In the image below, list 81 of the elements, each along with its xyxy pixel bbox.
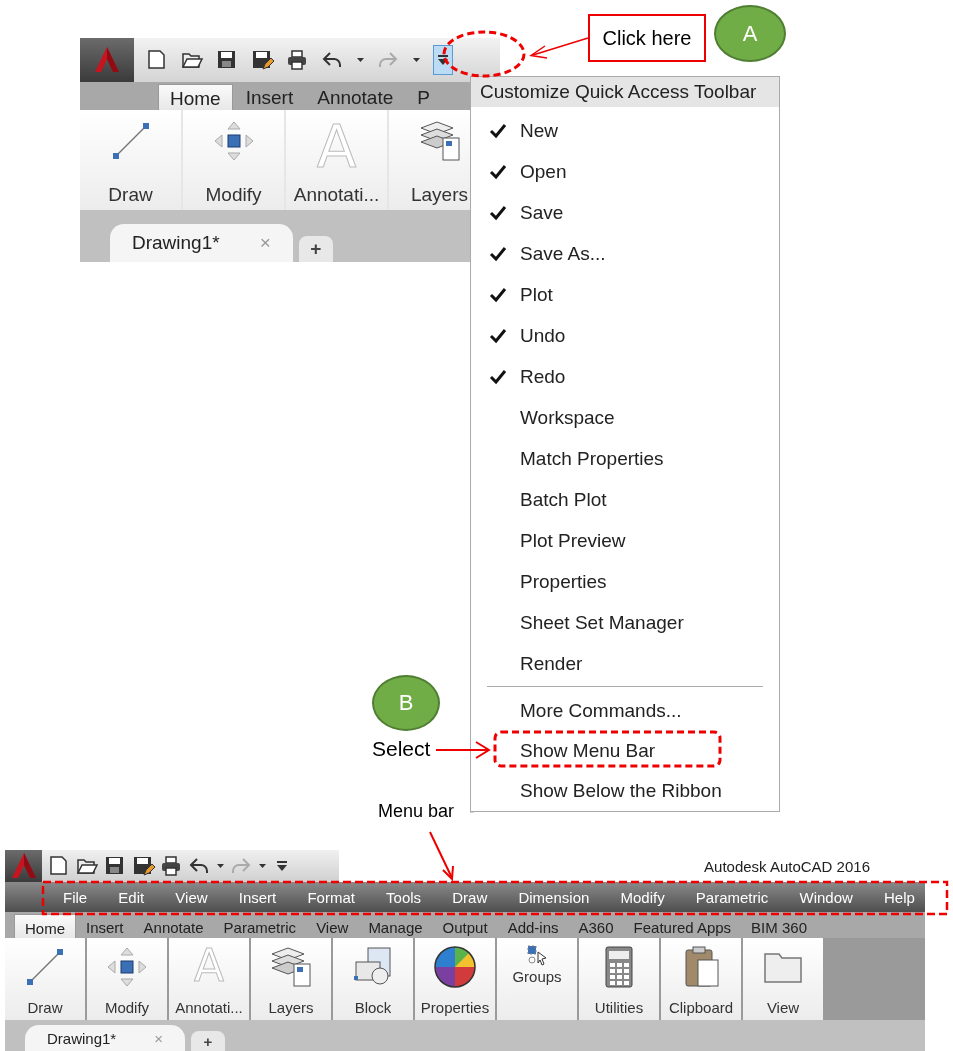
callout-label: Click here — [588, 14, 706, 62]
menu-item[interactable]: Dimension — [518, 888, 590, 906]
ribbon-tab[interactable]: Insert — [76, 914, 134, 938]
ribbon-panel-button[interactable]: A Annotati... — [169, 938, 249, 1020]
menu-item[interactable]: Match Properties — [471, 438, 779, 479]
document-tab[interactable]: Drawing1* × — [110, 224, 293, 262]
menu-item[interactable]: Tools — [386, 888, 422, 906]
save-as-icon[interactable] — [132, 855, 155, 877]
ribbon-tab[interactable]: Featured Apps — [623, 914, 742, 938]
color-wheel-icon — [432, 944, 478, 990]
ribbon-tab[interactable]: Annotate — [306, 84, 405, 110]
ribbon-panel-button[interactable]: Modify — [183, 110, 284, 210]
caption-label: Menu bar — [378, 801, 455, 822]
ribbon-tab[interactable]: Annotate — [133, 914, 214, 938]
menu-item[interactable]: Show Below the Ribbon — [471, 771, 779, 811]
menu-item[interactable]: Show Menu Bar — [471, 731, 779, 771]
ribbon-tab[interactable]: Manage — [358, 914, 433, 938]
arrow — [435, 741, 491, 759]
letter-icon: A — [316, 118, 357, 176]
menu-item[interactable]: Sheet Set Manager — [471, 602, 779, 643]
menu-item[interactable]: Insert — [238, 888, 277, 906]
printer-icon[interactable] — [286, 49, 309, 71]
menu-item[interactable]: Plot — [471, 274, 779, 315]
ribbon-tab[interactable]: Home — [14, 914, 76, 938]
menu-item[interactable]: Format — [307, 888, 355, 906]
menu-item[interactable]: Render — [471, 643, 779, 684]
ribbon-panel-button[interactable]: Draw — [80, 110, 181, 210]
menu-item[interactable]: Save As... — [471, 233, 779, 274]
menu-item[interactable]: More Commands... — [471, 690, 779, 731]
ribbon-tab[interactable]: View — [306, 914, 359, 938]
document-tab-label[interactable]: Drawing1* — [132, 232, 220, 254]
printer-icon[interactable] — [160, 855, 183, 877]
save-as-icon[interactable] — [251, 49, 274, 71]
customize-toolbar-button[interactable] — [433, 45, 453, 75]
arrow — [429, 831, 454, 882]
menu-item[interactable]: View — [175, 888, 208, 906]
menu-item[interactable]: Parametric — [695, 888, 769, 906]
menu-item[interactable]: Batch Plot — [471, 479, 779, 520]
window-title: Autodesk AutoCAD 2016 — [704, 857, 870, 875]
ribbon-tab[interactable]: Add-ins — [497, 914, 569, 938]
document-tab-label[interactable]: Drawing1* — [47, 1029, 117, 1047]
step-badge: A — [714, 5, 786, 62]
letter-icon: A — [193, 944, 225, 988]
ribbon-tab[interactable]: Insert — [234, 84, 305, 110]
menu-item[interactable]: Window — [799, 888, 853, 906]
dropdown-icon — [437, 54, 449, 66]
ribbon-panel-button[interactable]: Modify — [87, 938, 167, 1020]
instruction-label: Select — [372, 737, 431, 761]
ribbon-tab[interactable]: A360 — [568, 914, 624, 938]
ribbon-panel-button[interactable]: Utilities — [579, 938, 659, 1020]
document-tab[interactable]: Drawing1* × — [25, 1025, 185, 1051]
menu-item[interactable]: Edit — [118, 888, 145, 906]
ribbon-tab[interactable]: BIM 360 — [741, 914, 817, 938]
ribbon-panel-button[interactable]: View — [743, 938, 823, 1020]
ribbon-panel-button[interactable]: Clipboard — [661, 938, 741, 1020]
menu-item[interactable]: File — [63, 888, 88, 906]
menu-item[interactable]: Workspace — [471, 397, 779, 438]
ribbon-panel-button[interactable]: Block — [333, 938, 413, 1020]
menu-item[interactable]: Draw — [452, 888, 488, 906]
ribbon-tab[interactable]: Home — [158, 84, 233, 110]
ribbon-tab[interactable]: Parametric — [213, 914, 307, 938]
ribbon-panel-button[interactable]: Groups — [497, 938, 577, 1020]
menu-item[interactable]: Modify — [620, 888, 665, 906]
ribbon-panel-button[interactable]: Draw — [5, 938, 85, 1020]
menu-item[interactable]: Undo — [471, 315, 779, 356]
ribbon-panel-button[interactable]: Properties — [415, 938, 495, 1020]
ribbon-panel-button[interactable]: A Annotati... — [286, 110, 387, 210]
arrow — [529, 37, 589, 59]
ribbon-panel-button[interactable]: Layers — [251, 938, 331, 1020]
ribbon-tab[interactable]: Output — [432, 914, 498, 938]
menu-item[interactable]: Plot Preview — [471, 520, 779, 561]
menu-item[interactable]: Help — [884, 888, 915, 906]
menu-item[interactable]: Redo — [471, 356, 779, 397]
new-tab-button[interactable]: + — [298, 236, 333, 262]
ribbon-tab[interactable]: P — [406, 84, 441, 110]
menu-title: Customize Quick Access Toolbar — [471, 77, 779, 107]
step-badge: B — [372, 675, 440, 731]
menu-item[interactable]: Properties — [471, 561, 779, 602]
group-select-icon — [526, 944, 548, 966]
dropdown-icon — [276, 860, 288, 872]
new-tab-button[interactable]: + — [190, 1031, 225, 1051]
